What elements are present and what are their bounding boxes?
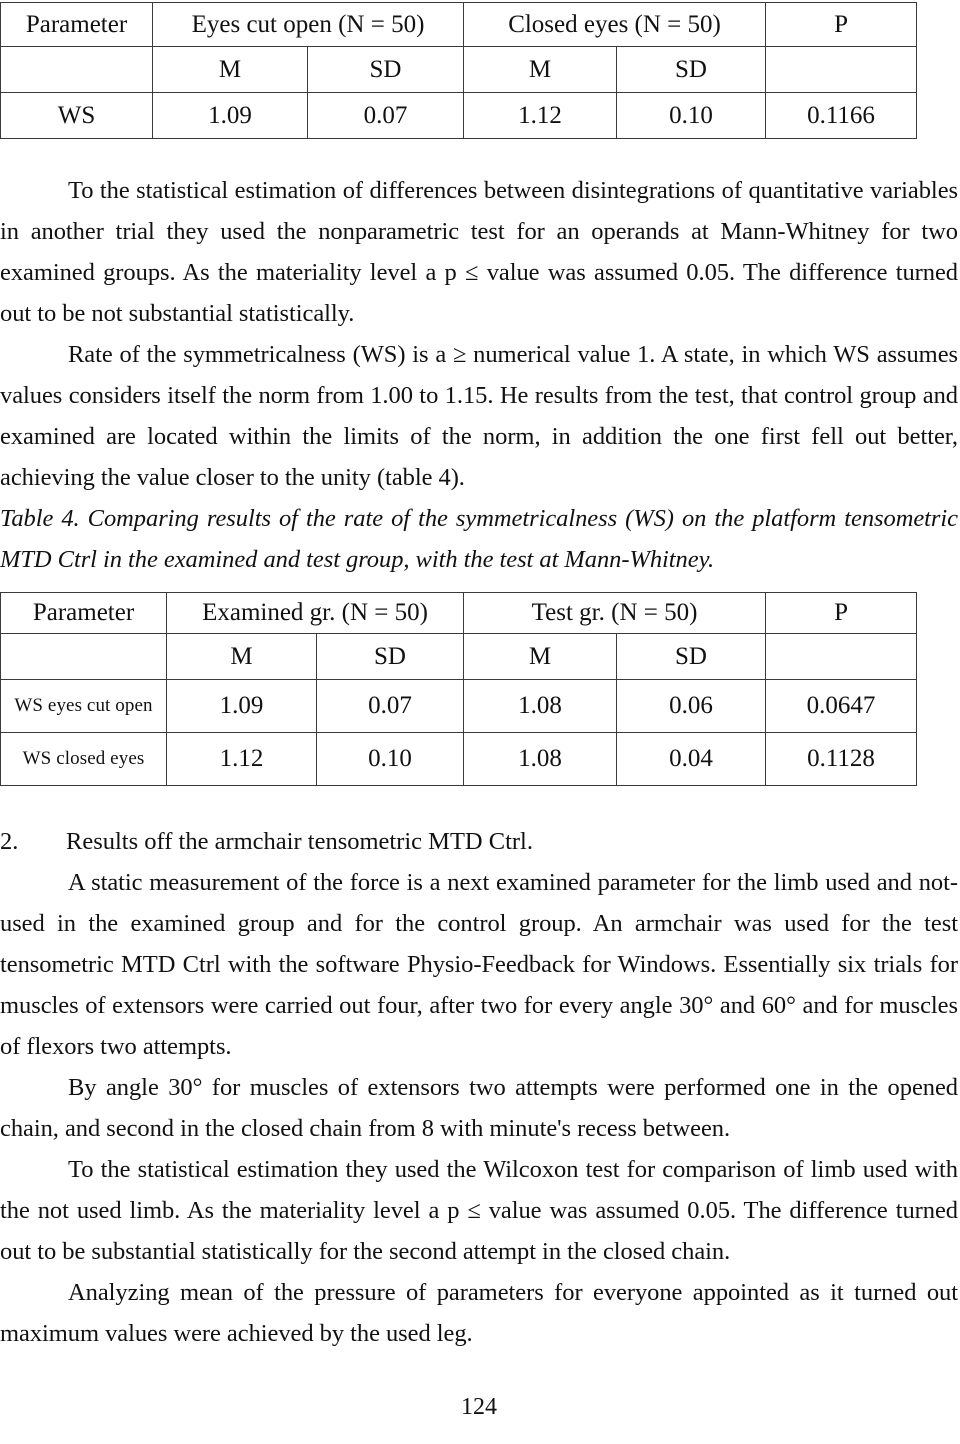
- table3-sub-sd1: SD: [306, 46, 465, 93]
- table-row: WS 1.09 0.07 1.12 0.10 0.1166: [0, 92, 918, 139]
- table4-sub-sd2: SD: [616, 633, 767, 680]
- table-row: WS eyes cut open 1.09 0.07 1.08 0.06 0.0…: [0, 679, 918, 733]
- table3-row0-sd1: 0.07: [306, 92, 465, 139]
- table-row: M SD M SD: [0, 633, 918, 680]
- table4-row0-m1: 1.09: [166, 679, 317, 733]
- table4-sub-m1: M: [166, 633, 317, 680]
- table3-header-parameter: Parameter: [0, 2, 153, 47]
- document-page: Parameter Eyes cut open (N = 50) Closed …: [0, 0, 960, 1444]
- table4-header-p: P: [765, 592, 918, 634]
- table3-header-group2: Closed eyes (N = 50): [463, 2, 767, 47]
- table4-row1-label: WS closed eyes: [0, 732, 167, 786]
- table3-header-p: P: [765, 2, 918, 47]
- table4-row1-sd2: 0.04: [616, 732, 767, 786]
- page-number: 124: [461, 1394, 497, 1420]
- table3-row0-m2: 1.12: [463, 92, 618, 139]
- statistics-table-4: Parameter Examined gr. (N = 50) Test gr.…: [0, 592, 918, 786]
- paragraph-symmetricalness-rate: Rate of the symmetricalness (WS) is a ≥ …: [0, 341, 958, 491]
- table3-header-group1: Eyes cut open (N = 50): [151, 2, 465, 47]
- table3-sub-blank: [0, 46, 153, 93]
- table4-header-parameter: Parameter: [0, 592, 167, 634]
- section-heading-2: 2. Results off the armchair tensometric M…: [0, 821, 958, 862]
- table4-row1-m2: 1.08: [463, 732, 618, 786]
- paragraph-angle-30: By angle 30° for muscles of extensors tw…: [0, 1074, 958, 1142]
- table3-sub-m2: M: [463, 46, 618, 93]
- table4-header-group2: Test gr. (N = 50): [463, 592, 767, 634]
- table-row: M SD M SD: [0, 46, 918, 93]
- paragraph-static-measurement: A static measurement of the force is a n…: [0, 869, 958, 1060]
- table4-sub-m2: M: [463, 633, 618, 680]
- table4-header-group1: Examined gr. (N = 50): [165, 592, 465, 634]
- table3-sub-m1: M: [152, 46, 308, 93]
- table3-sub-blank2: [765, 46, 918, 93]
- table4-row0-m2: 1.08: [463, 679, 618, 733]
- table4-sub-blank: [0, 633, 167, 680]
- table4-sub-sd1: SD: [315, 633, 465, 680]
- table4-row0-sd2: 0.06: [616, 679, 767, 733]
- table3-row0-sd2: 0.10: [616, 92, 767, 139]
- table3-sub-sd2: SD: [616, 46, 767, 93]
- table3-row0-p: 0.1166: [765, 92, 918, 139]
- table3-row0-m1: 1.09: [152, 92, 308, 139]
- paragraph-wilcoxon-test: To the statistical estimation they used …: [0, 1156, 958, 1265]
- table-row: WS closed eyes 1.12 0.10 1.08 0.04 0.112…: [0, 732, 918, 786]
- table4-sub-blank2: [765, 633, 918, 680]
- table4-caption: Table 4. Comparing results of the rate o…: [0, 505, 958, 573]
- paragraph-analyzing-mean: Analyzing mean of the pressure of parame…: [0, 1279, 958, 1347]
- table4-row1-sd1: 0.10: [315, 732, 465, 786]
- table4-row1-p: 0.1128: [765, 732, 918, 786]
- section-heading-text: Results off the armchair tensometric MTD…: [66, 828, 533, 855]
- statistics-table-3: Parameter Eyes cut open (N = 50) Closed …: [0, 2, 918, 139]
- table3-row0-label: WS: [0, 92, 153, 139]
- table-row: Parameter Examined gr. (N = 50) Test gr.…: [0, 592, 918, 634]
- table4-row0-p: 0.0647: [765, 679, 918, 733]
- table4-row0-label: WS eyes cut open: [0, 679, 167, 733]
- section-heading-number: 2.: [0, 828, 19, 855]
- table-row: Parameter Eyes cut open (N = 50) Closed …: [0, 2, 918, 47]
- table4-row0-sd1: 0.07: [315, 679, 465, 733]
- paragraph-statistical-estimation: To the statistical estimation of differe…: [0, 177, 958, 327]
- table4-row1-m1: 1.12: [166, 732, 317, 786]
